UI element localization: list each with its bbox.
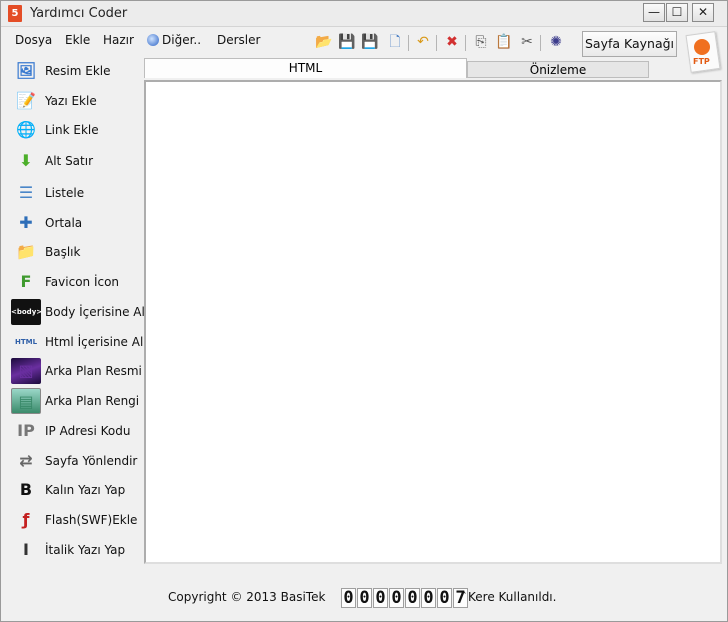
menu-diger[interactable]: Diğer.. [147, 33, 201, 47]
sidebar-item[interactable]: ✚ Ortala [9, 210, 144, 238]
sidebar-item[interactable]: I İtalik Yazı Yap [9, 537, 144, 565]
sidebar-item[interactable]: F Favicon İcon [9, 269, 144, 297]
sidebar-item[interactable]: ⇄ Sayfa Yönlendir [9, 448, 144, 476]
menu-hazir[interactable]: Hazır [103, 33, 134, 47]
counter-digit: 0 [373, 588, 388, 608]
cut-icon[interactable]: ✂ [517, 32, 537, 52]
new-page-icon[interactable]: 🗋 [385, 32, 405, 52]
ftp-label: FTP [693, 57, 710, 66]
ip-address-icon: IP [17, 421, 35, 440]
save-icon[interactable]: 💾 [337, 32, 357, 52]
sidebar-item-label: İtalik Yazı Yap [45, 543, 126, 557]
folder-icon: 📁 [16, 242, 36, 261]
sidebar-item-label: Favicon İcon [45, 275, 120, 289]
close-button[interactable]: ✕ [692, 3, 714, 22]
flash-icon: ƒ [22, 510, 30, 529]
redirect-icon: ⇄ [19, 451, 33, 470]
menu-dosya[interactable]: Dosya [15, 33, 52, 47]
counter-digit: 0 [357, 588, 372, 608]
sidebar-item-label: Listele [45, 186, 85, 200]
toolbar-separator [408, 35, 409, 51]
html-editor[interactable] [144, 80, 722, 564]
sidebar-item[interactable]: 🌐 Link Ekle [9, 117, 144, 145]
notepad-icon: 📝 [16, 91, 36, 110]
sidebar-item-label: Alt Satır [45, 154, 94, 168]
counter-digit: 0 [341, 588, 356, 608]
sidebar-item-label: Başlık [45, 245, 81, 259]
sidebar-item[interactable]: HTML Html İçerisine Al [9, 329, 144, 357]
counter-digit: 0 [389, 588, 404, 608]
sidebar-item[interactable]: ▧ Arka Plan Resmi [9, 358, 144, 386]
image-icon: 🖼 [15, 61, 37, 80]
sidebar-item[interactable]: ⬇ Alt Satır [9, 148, 144, 176]
sidebar-item[interactable]: ☰ Listele [9, 180, 144, 208]
align-center-icon: ✚ [19, 213, 33, 232]
delete-icon[interactable]: ✖ [442, 32, 462, 52]
background-color-icon: ▤ [11, 388, 41, 414]
menu-bar: Dosya Ekle Hazır Diğer.. Dersler [1, 28, 321, 50]
title-bar: 5 Yardımcı Coder — ☐ ✕ [1, 1, 727, 27]
sidebar-item-label: Flash(SWF)Ekle [45, 513, 138, 527]
sidebar-item[interactable]: 📁 Başlık [9, 239, 144, 267]
menu-diger-label: Diğer.. [162, 33, 202, 47]
copy-icon[interactable]: ⎘ [471, 32, 491, 52]
window-title: Yardımcı Coder [30, 6, 128, 21]
toolbar-separator [436, 35, 437, 51]
sidebar-item[interactable]: IP IP Adresi Kodu [9, 418, 144, 446]
save-as-icon[interactable]: 💾 [360, 32, 380, 52]
sidebar-item[interactable]: 🖼 Resim Ekle [9, 58, 144, 86]
sidebar-item-label: Arka Plan Resmi [45, 364, 142, 378]
usage-counter-label: `Kere Kullanıldı. [462, 590, 557, 604]
sidebar-item-label: Yazı Ekle [45, 94, 97, 108]
paste-icon[interactable]: 📋 [494, 32, 514, 52]
toolbar-separator [465, 35, 466, 51]
globe-icon: 🌐 [16, 120, 36, 139]
sidebar-item-label: Html İçerisine Al [45, 335, 144, 349]
sidebar-item-label: Ortala [45, 216, 83, 230]
tab-preview[interactable]: Önizleme [467, 61, 649, 78]
minimize-button[interactable]: — [643, 3, 665, 22]
html5-app-icon: 5 [8, 5, 22, 22]
copyright-text: Copyright © 2013 BasiTek [168, 590, 326, 604]
sidebar-item-label: Sayfa Yönlendir [45, 454, 138, 468]
sidebar-item[interactable]: <body> Body İçerisine Al [9, 299, 145, 327]
globe-icon [147, 34, 159, 46]
page-source-button[interactable]: Sayfa Kaynağı [582, 31, 677, 57]
ftp-logo [694, 39, 710, 55]
list-icon: ☰ [18, 183, 34, 202]
bold-icon: B [19, 480, 33, 499]
sidebar-item[interactable]: ƒ Flash(SWF)Ekle [9, 507, 144, 535]
counter-digit: 0 [437, 588, 452, 608]
italic-icon: I [23, 540, 29, 559]
counter-digit: 0 [405, 588, 420, 608]
html-tag-icon: HTML [14, 338, 38, 346]
body-tag-icon: <body> [11, 299, 42, 325]
maximize-button[interactable]: ☐ [666, 3, 688, 22]
sidebar-item-label: Link Ekle [45, 123, 99, 137]
open-folder-icon[interactable]: 📂 [314, 32, 334, 52]
sidebar-item[interactable]: B Kalın Yazı Yap [9, 477, 144, 505]
menu-ekle[interactable]: Ekle [65, 33, 90, 47]
sidebar-item[interactable]: ▤ Arka Plan Rengi [9, 388, 144, 416]
sidebar-item-label: IP Adresi Kodu [45, 424, 131, 438]
sidebar-item-label: Kalın Yazı Yap [45, 483, 126, 497]
sidebar-item-label: Resim Ekle [45, 64, 111, 78]
arrow-down-icon: ⬇ [19, 151, 33, 170]
color-picker-icon[interactable]: ✺ [546, 32, 566, 52]
counter-digit: 0 [421, 588, 436, 608]
menu-dersler[interactable]: Dersler [217, 33, 260, 47]
usage-counter: 00000007 [341, 588, 469, 608]
ftp-icon[interactable]: FTP [684, 31, 722, 73]
favicon-icon: F [20, 272, 32, 291]
toolbar-separator [540, 35, 541, 51]
background-image-icon: ▧ [11, 358, 41, 384]
sidebar-item[interactable]: 📝 Yazı Ekle [9, 88, 144, 116]
sidebar-item-label: Body İçerisine Al [45, 305, 145, 319]
undo-icon[interactable]: ↶ [413, 32, 433, 52]
app-window: 5 Yardımcı Coder — ☐ ✕ Dosya Ekle Hazır … [0, 0, 728, 622]
sidebar-item-label: Arka Plan Rengi [45, 394, 140, 408]
tab-html[interactable]: HTML [144, 58, 467, 78]
